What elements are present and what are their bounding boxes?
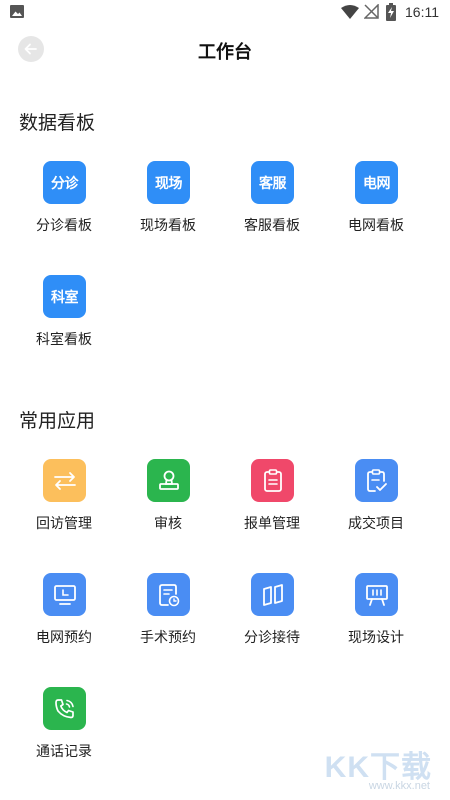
department-dashboard-icon: 科室: [43, 275, 86, 318]
dashboard-item-label: 现场看板: [140, 218, 196, 234]
app-item-label: 回访管理: [36, 516, 92, 532]
app-item-deals[interactable]: 成交项目: [324, 459, 428, 559]
app-item-label: 报单管理: [244, 516, 300, 532]
dashboard-item-label: 分诊看板: [36, 218, 92, 234]
stamp-icon: [147, 459, 190, 502]
dashboard-item-network[interactable]: 电网 电网看板: [324, 161, 428, 261]
app-item-triage-reception[interactable]: 分诊接待: [220, 573, 324, 673]
app-item-label: 现场设计: [348, 630, 404, 646]
app-item-follow-up[interactable]: 回访管理: [12, 459, 116, 559]
swap-arrows-icon: [43, 459, 86, 502]
app-item-label: 手术预约: [140, 630, 196, 646]
app-item-review[interactable]: 审核: [116, 459, 220, 559]
map-panels-icon: [251, 573, 294, 616]
network-dashboard-icon: 电网: [355, 161, 398, 204]
app-item-label: 成交项目: [348, 516, 404, 532]
app-item-call-log[interactable]: 通话记录: [12, 687, 116, 787]
onsite-dashboard-icon: 现场: [147, 161, 190, 204]
app-item-surgery-appointment[interactable]: 手术预约: [116, 573, 220, 673]
clipboard-icon: [251, 459, 294, 502]
watermark-url: www.kkx.net: [368, 780, 430, 792]
wifi-icon: [341, 5, 359, 19]
dashboard-item-service[interactable]: 客服 客服看板: [220, 161, 324, 261]
app-item-label: 电网预约: [36, 630, 92, 646]
dashboard-item-label: 电网看板: [348, 218, 404, 234]
document-clock-icon: [147, 573, 190, 616]
app-item-onsite-design[interactable]: 现场设计: [324, 573, 428, 673]
no-signal-icon: [364, 4, 379, 19]
page-title: 工作台: [198, 42, 252, 63]
dashboard-item-label: 科室看板: [36, 332, 92, 348]
triage-dashboard-icon: 分诊: [43, 161, 86, 204]
status-time: 16:11: [405, 4, 439, 20]
clipboard-check-icon: [355, 459, 398, 502]
dashboard-item-triage[interactable]: 分诊 分诊看板: [12, 161, 116, 261]
dashboard-item-label: 客服看板: [244, 218, 300, 234]
section-title-dashboards: 数据看板: [19, 112, 96, 134]
battery-charging-icon: [386, 3, 396, 21]
status-bar: 16:11: [0, 0, 450, 24]
phone-icon: [43, 687, 86, 730]
monitor-icon: [43, 573, 86, 616]
app-item-label: 分诊接待: [244, 630, 300, 646]
easel-icon: [355, 573, 398, 616]
section-title-apps: 常用应用: [19, 410, 96, 432]
dashboard-item-onsite[interactable]: 现场 现场看板: [116, 161, 220, 261]
app-item-report[interactable]: 报单管理: [220, 459, 324, 559]
app-item-label: 通话记录: [36, 744, 92, 760]
service-dashboard-icon: 客服: [251, 161, 294, 204]
watermark: KK下载 www.kkx.net: [312, 742, 432, 792]
image-notification-icon: [10, 5, 24, 18]
app-item-network-appointment[interactable]: 电网预约: [12, 573, 116, 673]
header: 工作台: [0, 24, 450, 74]
dashboard-item-department[interactable]: 科室 科室看板: [12, 275, 116, 375]
app-item-label: 审核: [154, 516, 182, 532]
